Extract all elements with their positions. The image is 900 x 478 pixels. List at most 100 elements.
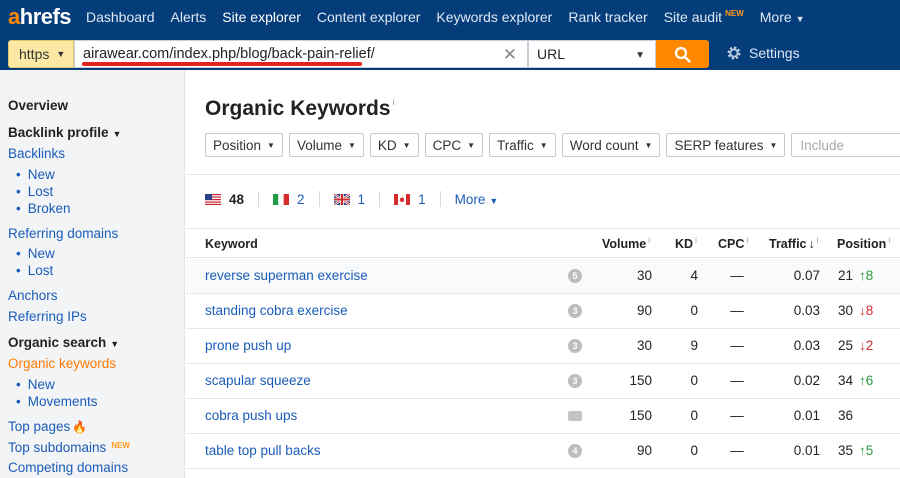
keyword-link[interactable]: table top pull backs — [205, 443, 321, 458]
column-kd[interactable]: KD i — [675, 236, 697, 251]
uk-flag-icon — [333, 193, 350, 205]
sidebar-referring-domains[interactable]: Referring domains — [8, 226, 118, 241]
main-content: Organic Keywords i Position ▼ Volume ▼ KD ▼ … — [186, 70, 900, 478]
serp-features-badge[interactable]: 4 — [568, 444, 582, 458]
filter-volume[interactable]: Volume ▼ — [288, 133, 364, 157]
keyword-link[interactable]: reverse superman exercise — [205, 268, 368, 283]
sidebar-backlinks-broken[interactable]: • Broken — [16, 201, 71, 216]
filter-kd[interactable]: KD ▼ — [369, 133, 419, 157]
filter-position[interactable]: Position ▼ — [205, 133, 283, 157]
separator — [439, 191, 441, 207]
include-input[interactable]: Include — [791, 133, 900, 157]
new-badge: NEW — [111, 441, 130, 450]
country-tab-us[interactable]: 48 — [205, 192, 244, 207]
sidebar-anchors[interactable]: Anchors — [8, 288, 58, 303]
nav-dashboard[interactable]: Dashboard — [86, 9, 155, 25]
keyword-link[interactable]: standing cobra exercise — [205, 303, 348, 318]
position-value: 36 — [838, 408, 854, 423]
sidebar-backlinks-lost[interactable]: • Lost — [16, 184, 53, 199]
serp-features-badge[interactable]: 3 — [568, 304, 582, 318]
filter-bar: Position ▼ Volume ▼ KD ▼ CPC ▼ Traffic ▼ Word… — [205, 133, 900, 157]
serp-features-badge[interactable]: 3 — [568, 374, 582, 388]
separator — [318, 191, 320, 207]
country-tab-ca[interactable]: 1 — [394, 192, 426, 207]
arrow-down-icon: ↓ — [859, 303, 866, 318]
clear-icon[interactable]: ✕ — [503, 45, 517, 65]
caret-down-icon: ▼ — [402, 140, 411, 150]
nav-content-explorer[interactable]: Content explorer — [317, 9, 421, 25]
us-flag-icon — [205, 193, 221, 205]
caret-down-icon: ▼ — [56, 49, 66, 59]
nav-site-explorer[interactable]: Site explorer — [222, 9, 301, 25]
traffic-value: 0.03 — [793, 338, 820, 353]
info-icon[interactable]: i — [393, 97, 395, 107]
sort-down-arrow-icon: ↓ — [808, 237, 815, 251]
kd-value: 0 — [690, 408, 698, 423]
sidebar-organic-search[interactable]: Organic search ▼ — [8, 335, 119, 350]
info-icon[interactable]: i — [746, 236, 748, 245]
sidebar-backlinks[interactable]: Backlinks — [8, 146, 65, 161]
cpc-value: — — [730, 443, 744, 458]
column-keyword[interactable]: Keyword — [205, 237, 258, 251]
sidebar-referring-domains-new[interactable]: • New — [16, 246, 55, 261]
column-volume[interactable]: Volume i — [602, 236, 650, 251]
serp-features-badge[interactable]: 3 — [568, 339, 582, 353]
sidebar-competing-domains[interactable]: Competing domains — [8, 460, 128, 475]
nav-site-audit[interactable]: Site audit NEW — [664, 9, 744, 25]
filter-serp-features[interactable]: SERP features ▼ — [666, 133, 786, 157]
caret-down-icon: ▼ — [539, 140, 548, 150]
filter-traffic[interactable]: Traffic ▼ — [489, 133, 556, 157]
column-traffic[interactable]: Traffic ↓ i — [769, 236, 819, 251]
info-icon[interactable]: i — [888, 236, 890, 245]
sidebar-backlinks-new[interactable]: • New — [16, 167, 55, 182]
keyword-link[interactable]: prone push up — [205, 338, 291, 353]
volume-value: 30 — [636, 268, 652, 283]
search-button[interactable] — [656, 40, 709, 68]
protocol-select[interactable]: https ▼ — [8, 40, 74, 68]
position-value: 21 ↑8 — [838, 268, 874, 283]
column-position[interactable]: Position i — [837, 236, 890, 251]
settings-button[interactable]: Settings — [726, 45, 800, 61]
caret-down-icon: ▼ — [795, 14, 805, 24]
sidebar-referring-ips[interactable]: Referring IPs — [8, 309, 87, 324]
position-change: ↓8 — [859, 303, 874, 318]
nav-keywords-explorer[interactable]: Keywords explorer — [436, 9, 552, 25]
info-icon[interactable]: i — [695, 236, 697, 245]
nav-alerts[interactable]: Alerts — [171, 9, 207, 25]
country-tab-gb[interactable]: 1 — [333, 192, 365, 207]
ahrefs-logo[interactable]: ahrefs — [8, 4, 86, 30]
separator — [258, 191, 260, 207]
nav-more[interactable]: More ▼ — [760, 9, 805, 25]
column-cpc[interactable]: CPC i — [718, 236, 748, 251]
traffic-value: 0.02 — [793, 373, 820, 388]
sidebar-backlink-profile[interactable]: Backlink profile ▼ — [8, 125, 121, 140]
more-countries-button[interactable]: More ▼ — [455, 192, 499, 207]
filter-cpc[interactable]: CPC ▼ — [424, 133, 484, 157]
filter-word-count[interactable]: Word count ▼ — [561, 133, 661, 157]
keyword-link[interactable]: scapular squeeze — [205, 373, 311, 388]
sidebar-overview[interactable]: Overview — [8, 98, 68, 113]
serp-features-badge[interactable]: 5 — [568, 269, 582, 283]
red-underline-annotation — [82, 62, 362, 66]
canada-flag-icon — [394, 193, 411, 205]
sidebar-organic-keywords-new[interactable]: • New — [16, 377, 55, 392]
sidebar-organic-keywords[interactable]: Organic keywords — [8, 356, 116, 371]
nav-rank-tracker[interactable]: Rank tracker — [568, 9, 647, 25]
cpc-value: — — [730, 408, 744, 423]
mode-select[interactable]: URL ▼ — [528, 40, 656, 68]
country-tab-it[interactable]: 2 — [273, 192, 305, 207]
info-icon[interactable]: i — [817, 236, 819, 245]
caret-down-icon: ▼ — [635, 50, 645, 61]
page-title: Organic Keywords i — [205, 97, 395, 120]
sidebar-referring-domains-lost[interactable]: • Lost — [16, 263, 53, 278]
keyword-link[interactable]: cobra push ups — [205, 408, 297, 423]
sidebar-top-pages[interactable]: Top pages 🔥 — [8, 419, 87, 434]
position-change: ↑5 — [859, 443, 874, 458]
kd-value: 0 — [690, 303, 698, 318]
country-tabs: 48 2 1 1 More ▼ — [205, 190, 498, 208]
video-serp-icon — [568, 411, 582, 421]
sidebar-top-subdomains[interactable]: Top subdomains NEW — [8, 440, 130, 455]
kd-value: 9 — [690, 338, 698, 353]
sidebar-organic-keywords-movements[interactable]: • Movements — [16, 394, 98, 409]
info-icon[interactable]: i — [648, 236, 650, 245]
